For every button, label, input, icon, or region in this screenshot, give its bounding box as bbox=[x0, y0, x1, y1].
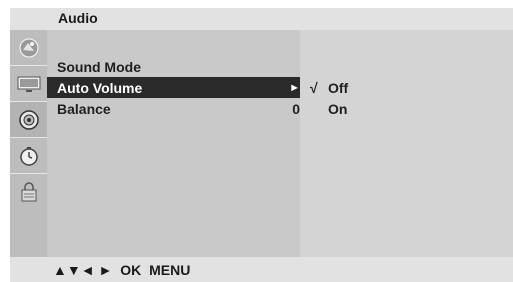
category-time[interactable] bbox=[10, 138, 47, 174]
tv-osd-menu: Audio Sound Mode Auto Volume ► Balance 0… bbox=[10, 8, 513, 282]
category-audio[interactable] bbox=[10, 102, 47, 138]
menu-label: MENU bbox=[149, 262, 191, 278]
clock-icon bbox=[19, 146, 38, 166]
navigation-hint: ▲▼◄ ► OK MENU bbox=[53, 262, 194, 278]
menu-header: Audio bbox=[10, 8, 513, 30]
menu-footer: ▲▼◄ ► OK MENU bbox=[10, 257, 513, 282]
category-icon-bar bbox=[10, 30, 47, 257]
category-lock[interactable] bbox=[10, 174, 47, 210]
menu-item-sound-mode[interactable]: Sound Mode bbox=[47, 56, 300, 77]
menu-item-auto-volume[interactable]: Auto Volume ► bbox=[47, 77, 300, 98]
lock-icon bbox=[21, 182, 36, 202]
audio-icon bbox=[18, 109, 39, 130]
auto-volume-submenu: √ Off On bbox=[300, 30, 513, 257]
arrow-keys-icon: ▲▼◄ ► bbox=[53, 262, 113, 278]
category-picture[interactable] bbox=[10, 30, 47, 66]
category-screen[interactable] bbox=[10, 66, 47, 102]
menu-item-label: Balance bbox=[57, 101, 111, 117]
balance-value: 0 bbox=[292, 101, 300, 117]
audio-menu-list: Sound Mode Auto Volume ► Balance 0 bbox=[47, 30, 300, 257]
ok-label: OK bbox=[120, 262, 142, 278]
picture-icon bbox=[19, 38, 38, 57]
menu-title: Audio bbox=[58, 10, 98, 26]
screen-icon bbox=[17, 76, 40, 92]
menu-item-balance[interactable]: Balance 0 bbox=[47, 98, 300, 119]
arrow-right-icon: ► bbox=[289, 82, 300, 94]
option-label: On bbox=[328, 101, 348, 117]
menu-item-label: Sound Mode bbox=[57, 59, 141, 75]
menu-item-label: Auto Volume bbox=[57, 80, 143, 96]
option-label: Off bbox=[328, 80, 349, 96]
check-mark-icon: √ bbox=[310, 80, 318, 96]
